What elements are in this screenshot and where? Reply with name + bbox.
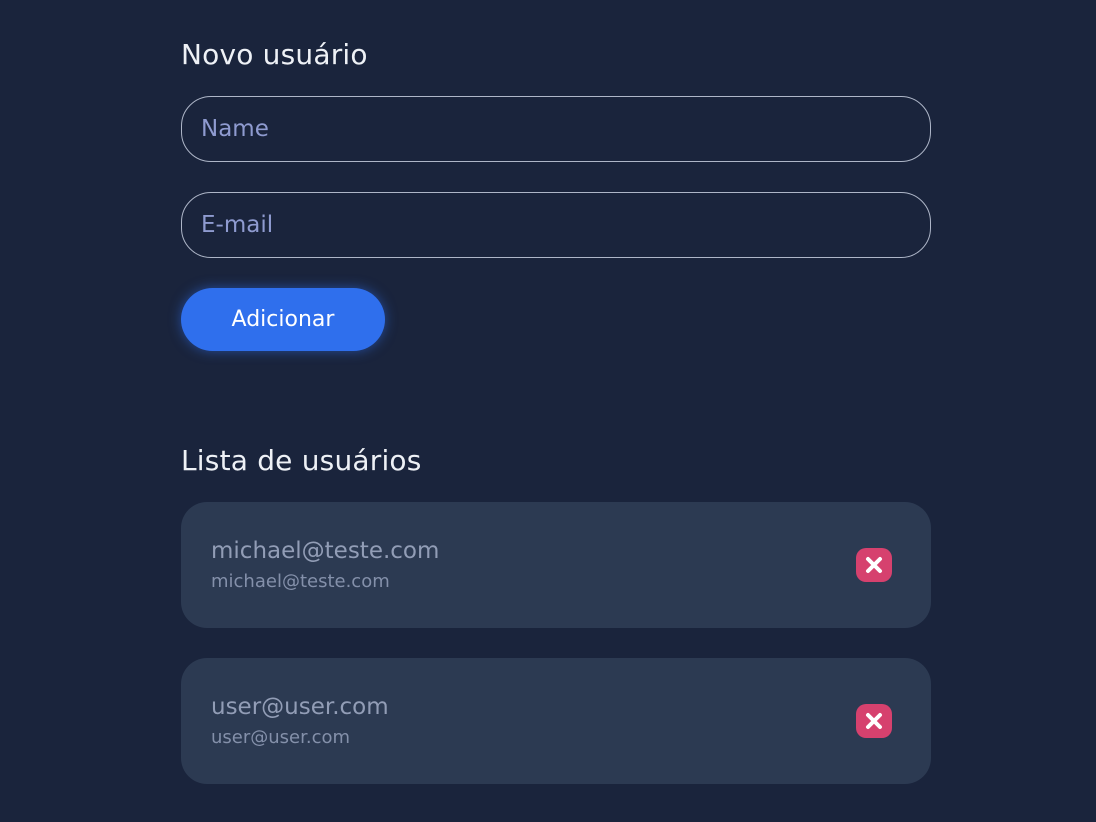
email-input[interactable]	[181, 192, 931, 258]
user-list-title: Lista de usuários	[181, 444, 422, 477]
list-item: michael@teste.com michael@teste.com	[181, 502, 931, 628]
new-user-title: Novo usuário	[181, 38, 368, 71]
user-email: user@user.com	[211, 727, 351, 748]
user-list: michael@teste.com michael@teste.com user…	[181, 502, 931, 814]
list-item: user@user.com user@user.com	[181, 658, 931, 784]
remove-user-button[interactable]	[856, 548, 892, 582]
close-icon	[866, 557, 882, 573]
add-button[interactable]: Adicionar	[181, 288, 385, 351]
close-icon	[866, 713, 882, 729]
user-email: michael@teste.com	[211, 571, 390, 592]
remove-user-button[interactable]	[856, 704, 892, 738]
user-name: michael@teste.com	[211, 538, 440, 564]
name-input[interactable]	[181, 96, 931, 162]
user-name: user@user.com	[211, 694, 389, 720]
